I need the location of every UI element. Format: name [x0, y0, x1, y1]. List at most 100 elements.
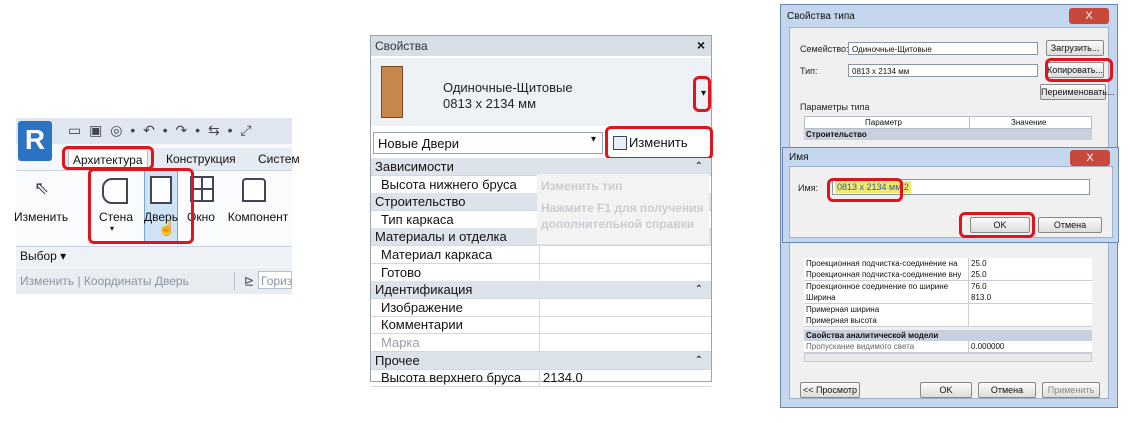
- highlight-type-dropdown: [693, 76, 711, 112]
- property-name: Комментарии: [381, 317, 463, 333]
- property-row[interactable]: Готово: [371, 263, 711, 282]
- type-label: Тип:: [800, 66, 818, 76]
- property-name: Материал каркаса: [381, 247, 493, 262]
- cursor-arrow-icon: ⇖: [34, 178, 50, 198]
- property-row[interactable]: Марка: [371, 334, 711, 352]
- highlight-wall-door: [88, 168, 194, 244]
- close-button[interactable]: X: [1070, 150, 1110, 166]
- properties-palette: Свойства × Одиночные-Щитовые 0813 x 2134…: [370, 35, 713, 388]
- tool-modify[interactable]: Изменить: [14, 210, 68, 224]
- type-param-value[interactable]: 25.0: [968, 258, 987, 269]
- row-light-transmission[interactable]: Пропускание видимого света 0.000000: [804, 341, 1092, 353]
- type-param-value[interactable]: 813.0: [968, 292, 991, 304]
- type-param-row[interactable]: Примерная ширина: [804, 303, 1092, 316]
- horizontal-scrollbar[interactable]: [804, 353, 1092, 362]
- properties-title: Свойства: [375, 39, 428, 53]
- close-button[interactable]: X: [1069, 8, 1109, 24]
- context-label: Изменить | Координаты Дверь: [20, 274, 189, 288]
- quick-access-icons[interactable]: ▭ ▣ ◎ • ↶ • ↷ • ⇆ • ⤢: [68, 122, 254, 142]
- property-row[interactable]: Высота верхнего бруса 2134.0: [371, 369, 711, 388]
- preview-button[interactable]: << Просмотр: [800, 382, 860, 398]
- property-row[interactable]: Комментарии: [371, 316, 711, 335]
- property-value[interactable]: [539, 334, 543, 352]
- family-label: Семейство:: [800, 44, 849, 54]
- collapse-icon[interactable]: ⌃: [695, 352, 703, 370]
- property-value[interactable]: [539, 298, 543, 317]
- property-name: Изображение: [381, 299, 463, 315]
- group-analytical[interactable]: Свойства аналитической модели: [804, 330, 1092, 341]
- select-dropdown[interactable]: Выбор ▾: [20, 249, 66, 263]
- type-param-name: Проекционное соединение по ширине: [806, 281, 949, 291]
- type-param-value[interactable]: 25.0: [968, 269, 987, 281]
- type-param-name: Ширина: [806, 293, 836, 303]
- property-name: Готово: [381, 264, 422, 280]
- tab-systems[interactable]: Систем: [254, 149, 304, 169]
- type-size: 0813 x 2134 мм: [443, 96, 537, 111]
- rename-button[interactable]: Переименовать...: [1040, 84, 1114, 100]
- type-param-row[interactable]: Ширина 813.0: [804, 292, 1092, 305]
- highlight-edit-type: [605, 126, 713, 160]
- type-param-row[interactable]: Проекционная подчистка-соединение на 25.0: [804, 258, 1092, 270]
- property-value[interactable]: 2134.0: [539, 369, 583, 388]
- tool-component[interactable]: Компонент: [224, 210, 292, 224]
- highlight-duplicate: [1045, 58, 1113, 82]
- tooltip: Изменить тип Нажмите F1 для получения до…: [537, 174, 709, 244]
- type-param-name: Проекционная подчистка-соединение на: [806, 259, 958, 268]
- load-button[interactable]: Загрузить...: [1046, 40, 1104, 56]
- group-construction[interactable]: Строительство: [804, 129, 1092, 140]
- family-combo[interactable]: Одиночные-Щитовые: [848, 42, 1038, 55]
- ok-button[interactable]: OK: [920, 382, 972, 398]
- context-bar: Изменить | Координаты Дверь ⊵ Гориз: [16, 268, 292, 294]
- property-name: Высота верхнего бруса: [381, 370, 522, 386]
- property-row[interactable]: Материал каркаса: [371, 246, 711, 264]
- type-param-row[interactable]: Проекционное соединение по ширине 76.0: [804, 280, 1092, 293]
- type-param-value[interactable]: [968, 303, 971, 315]
- type-name: Одиночные-Щитовые 0813 x 2134 мм: [443, 80, 573, 112]
- property-row[interactable]: Изображение: [371, 298, 711, 317]
- type-param-name: Примерная высота: [806, 316, 877, 325]
- params-label: Параметры типа: [800, 102, 870, 112]
- category-row[interactable]: Идентификация ⌃: [371, 281, 711, 300]
- highlight-architecture-tab: [62, 146, 154, 170]
- placement-icon: ⊵: [244, 274, 255, 288]
- divider: [234, 272, 235, 290]
- col-value: Значение: [1011, 118, 1047, 127]
- select-bar: Выбор ▾: [16, 246, 292, 267]
- name-label: Имя:: [798, 183, 819, 193]
- orientation-field[interactable]: Гориз: [258, 271, 292, 289]
- tooltip-title: Изменить тип: [541, 179, 623, 193]
- property-value[interactable]: [539, 316, 543, 335]
- component-icon: [242, 178, 266, 202]
- property-name: Тип каркаса: [381, 211, 454, 227]
- ribbon-panel: R ▭ ▣ ◎ • ↶ • ↷ • ⇆ • ⤢ Архитектура Конс…: [14, 118, 300, 294]
- type-combo[interactable]: 0813 x 2134 мм: [848, 64, 1038, 77]
- tab-structure[interactable]: Конструкция: [162, 149, 240, 169]
- chevron-down-icon[interactable]: ▾: [591, 134, 596, 145]
- highlight-name-input: [827, 178, 903, 202]
- type-param-row[interactable]: Примерная высота: [804, 315, 1092, 327]
- collapse-icon[interactable]: ⌃: [695, 281, 703, 299]
- door-preview-icon: [381, 66, 403, 118]
- property-name: Высота нижнего бруса: [381, 176, 517, 192]
- cancel-button[interactable]: Отмена: [978, 382, 1036, 398]
- type-param-name: Проекционная подчистка-соединение вну: [806, 270, 962, 280]
- type-family: Одиночные-Щитовые: [443, 80, 573, 95]
- type-selector[interactable]: Одиночные-Щитовые 0813 x 2134 мм ▾: [371, 58, 711, 126]
- property-value[interactable]: [539, 263, 543, 282]
- name-dialog-body: Имя: 0813 x 2134 мм 2 OK Отмена: [789, 166, 1113, 238]
- apply-button[interactable]: Применить: [1042, 382, 1100, 398]
- property-value[interactable]: [539, 246, 543, 264]
- type-param-row[interactable]: Проекционная подчистка-соединение вну 25.…: [804, 269, 1092, 282]
- instance-filter-select[interactable]: Новые Двери: [373, 132, 603, 154]
- properties-header: Свойства: [371, 36, 711, 56]
- tooltip-text: Нажмите F1 для получения дополнительной …: [541, 201, 704, 231]
- type-param-value[interactable]: [968, 315, 971, 326]
- type-param-value[interactable]: 76.0: [968, 280, 987, 292]
- close-icon[interactable]: ×: [697, 37, 705, 53]
- category-row[interactable]: Прочее ⌃: [371, 351, 711, 370]
- grid-header: Параметр Значение: [804, 116, 1092, 129]
- highlight-ok: [959, 212, 1035, 238]
- name-dialog-title: Имя: [789, 152, 809, 163]
- revit-logo-button[interactable]: R: [18, 121, 52, 161]
- cancel-button[interactable]: Отмена: [1038, 217, 1102, 233]
